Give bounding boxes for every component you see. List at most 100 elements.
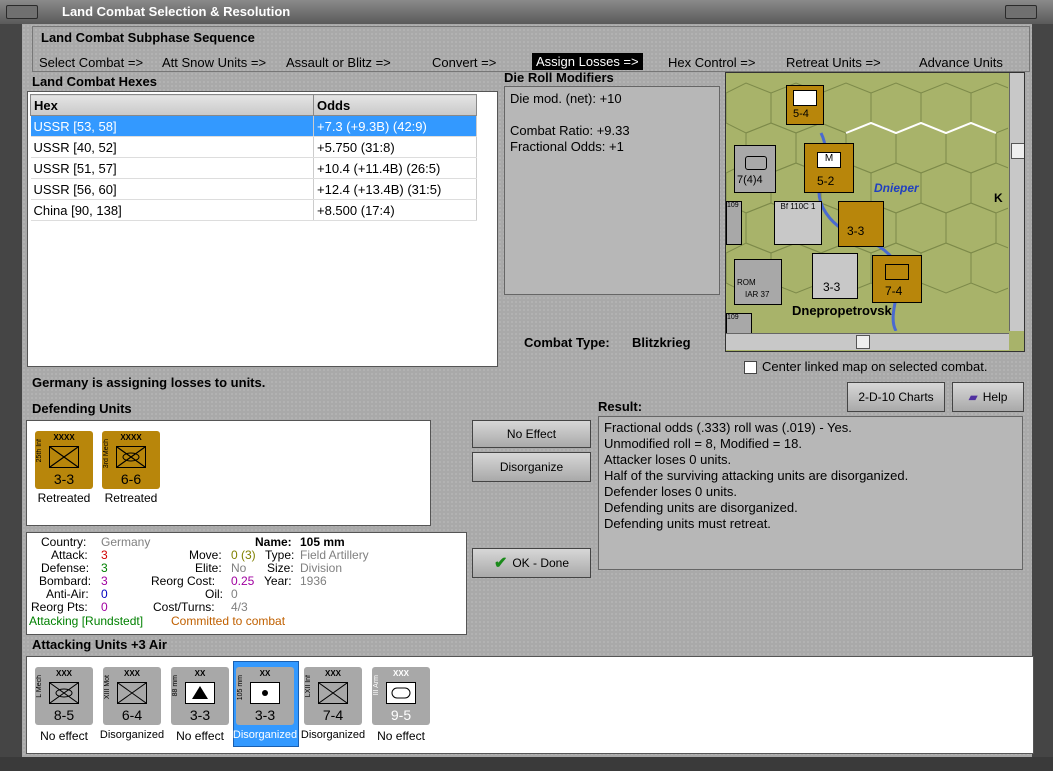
- attack-label: Attack:: [51, 548, 88, 562]
- unit-size: XXX: [392, 669, 409, 678]
- name-value: 105 mm: [300, 535, 345, 549]
- map-counter-value: 5-2: [817, 174, 835, 188]
- table-row[interactable]: USSR [56, 60] +12.4 (+13.4B) (31:5): [30, 178, 477, 200]
- scroll-thumb[interactable]: [1011, 143, 1024, 159]
- scroll-thumb[interactable]: [856, 335, 870, 349]
- infantry-symbol-icon: [49, 446, 79, 468]
- name-label: Name:: [255, 535, 292, 549]
- center-map-checkbox[interactable]: [744, 361, 757, 374]
- mech-infantry-symbol-icon: [116, 446, 146, 468]
- elite-value: No: [231, 561, 247, 575]
- ok-done-label: OK - Done: [512, 556, 570, 570]
- no-effect-button[interactable]: No Effect: [472, 420, 591, 448]
- map-counter[interactable]: 5-4: [786, 85, 824, 125]
- defending-unit[interactable]: XXXX 25th Inf 3-3: [35, 431, 93, 489]
- disorganize-button[interactable]: Disorganize: [472, 452, 591, 482]
- map-counter[interactable]: 7-4: [872, 255, 922, 303]
- map-vertical-scrollbar[interactable]: [1009, 73, 1024, 331]
- column-header-hex[interactable]: Hex: [30, 94, 314, 116]
- unit-strength: 3-3: [189, 707, 211, 723]
- unit-name: 3rd Mech: [103, 439, 110, 469]
- map-counter[interactable]: 3-3: [812, 253, 858, 299]
- bottom-border: [0, 757, 1053, 771]
- mountain-symbol-icon: M: [817, 152, 841, 168]
- modifier-fractional-odds: Fractional Odds: +1: [510, 139, 624, 154]
- defending-unit[interactable]: XXXX 3rd Mech 6-6: [102, 431, 160, 489]
- map-counter-combat[interactable]: 3-3: [838, 201, 884, 247]
- reorg-label: Reorg Pts:: [31, 600, 88, 614]
- motorized-symbol-icon: [117, 682, 147, 704]
- title-bar[interactable]: Land Combat Selection & Resolution: [0, 0, 1053, 25]
- hexes-list[interactable]: Hex Odds USSR [53, 58] +7.3 (+9.3B) (42:…: [27, 91, 498, 367]
- result-line: Unmodified roll = 8, Modified = 18.: [604, 436, 802, 451]
- step-retreat-units: Retreat Units =>: [786, 55, 881, 70]
- right-border: [1032, 24, 1053, 757]
- attacking-unit[interactable]: XXX XIII Mot 6-4: [103, 667, 161, 725]
- map-label-dnieper: Dnieper: [874, 181, 919, 195]
- modifier-net: Die mod. (net): +10: [510, 91, 622, 106]
- attacking-unit[interactable]: XXX L Mech 8-5: [35, 667, 93, 725]
- armor-symbol-icon: [745, 156, 767, 170]
- attack-value: 3: [101, 548, 108, 562]
- unit-status: No effect: [377, 729, 425, 743]
- move-label: Move:: [189, 548, 222, 562]
- unit-strength: 6-6: [120, 471, 142, 487]
- map-counter-value: 3-3: [823, 280, 841, 294]
- step-att-snow-units: Att Snow Units =>: [162, 55, 267, 70]
- map-counter[interactable]: 109: [726, 201, 742, 245]
- map-counter[interactable]: M 5-2: [804, 143, 854, 193]
- attacking-unit[interactable]: XX 105 mm 3-3: [236, 667, 294, 725]
- odds-cell: +12.4 (+13.4B) (31:5): [313, 178, 477, 200]
- reorg-cost-label: Reorg Cost:: [151, 574, 216, 588]
- map-counter-aircraft[interactable]: ROM IAR 37: [734, 259, 782, 305]
- linked-map[interactable]: 5-4 7(4)4 M 5-2 Dnieper K Bf 110C 1 109 …: [725, 72, 1025, 352]
- charts-button[interactable]: 2-D-10 Charts: [847, 382, 945, 412]
- attacking-unit[interactable]: XX 88 mm 3-3: [171, 667, 229, 725]
- anti-aircraft-symbol-icon: [185, 682, 215, 704]
- table-row[interactable]: China [90, 138] +8.500 (17:4): [30, 199, 477, 221]
- type-value: Field Artillery: [300, 548, 369, 562]
- left-border: [0, 24, 22, 757]
- close-button[interactable]: [1005, 5, 1037, 19]
- map-counter-aircraft[interactable]: Bf 110C 1: [774, 201, 822, 245]
- help-button[interactable]: ▰ Help: [952, 382, 1024, 412]
- country-value: Germany: [101, 535, 151, 549]
- year-label: Year:: [264, 574, 292, 588]
- unit-strength: 3-3: [254, 707, 276, 723]
- artillery-symbol-icon: [250, 682, 280, 704]
- table-row[interactable]: USSR [40, 52] +5.750 (31:8): [30, 136, 477, 158]
- country-label: Country:: [41, 535, 87, 549]
- unit-name: 88 mm: [172, 675, 179, 697]
- map-counter[interactable]: 7(4)4: [734, 145, 776, 193]
- ok-done-button[interactable]: ✔ OK - Done: [472, 548, 591, 578]
- unit-size: XXXX: [120, 433, 142, 442]
- reorg-value: 0: [101, 600, 108, 614]
- odds-cell: +5.750 (31:8): [313, 136, 477, 158]
- unit-strength: 6-4: [121, 707, 143, 723]
- unit-size: XX: [194, 669, 206, 678]
- result-line: Defender loses 0 units.: [604, 484, 737, 499]
- attacking-unit[interactable]: XXX III Arm 9-5: [372, 667, 430, 725]
- map-counter-value: 7(4)4: [737, 174, 763, 186]
- column-header-odds[interactable]: Odds: [313, 94, 477, 116]
- attacking-unit[interactable]: XXX LXII Inf 7-4: [304, 667, 362, 725]
- defending-heading: Defending Units: [32, 401, 132, 416]
- aircraft-name: IAR 37: [745, 290, 770, 299]
- odds-cell: +8.500 (17:4): [313, 199, 477, 221]
- unit-size: XXXX: [53, 433, 75, 442]
- system-menu-button[interactable]: [6, 5, 38, 19]
- unit-name: 25th Inf: [36, 439, 43, 463]
- status-message: Germany is assigning losses to units.: [32, 375, 266, 390]
- infantry-symbol-icon: [793, 90, 817, 106]
- table-row[interactable]: USSR [51, 57] +10.4 (+11.4B) (26:5): [30, 157, 477, 179]
- unit-name: XIII Mot: [104, 675, 111, 700]
- map-horizontal-scrollbar[interactable]: [726, 333, 1009, 350]
- step-assault-or-blitz: Assault or Blitz =>: [286, 55, 391, 70]
- map-counter[interactable]: 109: [726, 313, 752, 335]
- modifier-combat-ratio: Combat Ratio: +9.33: [510, 123, 630, 138]
- table-row[interactable]: USSR [53, 58] +7.3 (+9.3B) (42:9): [30, 115, 477, 137]
- unit-status: Retreated: [104, 491, 158, 505]
- modifiers-panel: Die mod. (net): +10 Combat Ratio: +9.33 …: [504, 86, 720, 295]
- result-heading: Result:: [598, 399, 643, 414]
- dialog-body: Land Combat Subphase Sequence Select Com…: [22, 24, 1034, 757]
